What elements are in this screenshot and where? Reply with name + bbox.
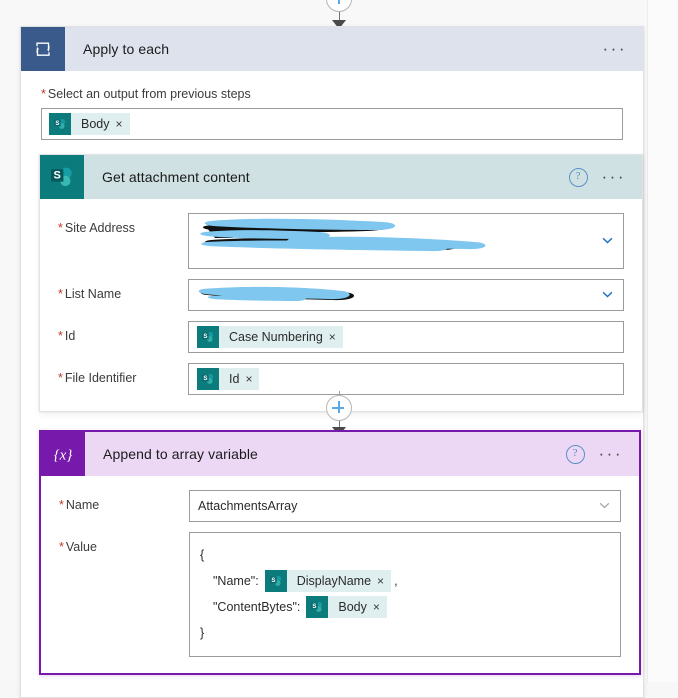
get-attachment-content-header[interactable]: S Get attachment content ? ··· [40, 155, 642, 199]
field-label-variable-value: * Value [59, 540, 97, 554]
site-address-combobox[interactable] [188, 213, 624, 269]
close-icon[interactable]: × [115, 118, 130, 130]
id-input[interactable]: S Case Numbering × [188, 321, 624, 353]
get-attachment-content-menu[interactable]: ··· [602, 168, 626, 185]
token-chip-label: Id [229, 372, 240, 386]
sharepoint-icon: S [197, 326, 219, 348]
append-to-array-variable-header[interactable]: {x} Append to array variable ? ··· [41, 432, 639, 476]
field-variable-value: * Value { "Name": S DisplayName × , "Con… [59, 532, 621, 657]
token-chip-case-numbering[interactable]: S Case Numbering × [197, 326, 343, 348]
scope-field-label: * Select an output from previous steps [41, 87, 251, 101]
chevron-down-icon[interactable] [602, 237, 613, 244]
help-icon[interactable]: ? [565, 444, 585, 464]
help-icon[interactable]: ? [568, 167, 588, 187]
append-to-array-variable-body: * Name AttachmentsArray * Value {"Name"… [41, 476, 639, 673]
json-comma: , [394, 573, 398, 588]
plus-icon[interactable] [326, 395, 352, 421]
json-line: } [200, 625, 205, 640]
apply-to-each-header[interactable]: Apply to each ··· [21, 27, 643, 71]
variables-icon: {x} [41, 432, 85, 476]
token-chip-label: Case Numbering [229, 330, 323, 344]
variable-name-select[interactable]: AttachmentsArray [189, 490, 621, 522]
field-label-list-name: * List Name [58, 287, 122, 301]
token-chip-id[interactable]: S Id × [197, 368, 260, 390]
sharepoint-icon: S [40, 155, 84, 199]
token-chip-body[interactable]: S Body × [306, 596, 387, 618]
field-label-variable-name: * Name [59, 498, 100, 512]
close-icon[interactable]: × [372, 601, 387, 613]
chevron-down-icon[interactable] [599, 502, 610, 509]
file-identifier-input[interactable]: S Id × [188, 363, 624, 395]
sharepoint-icon: S [306, 596, 329, 618]
redaction-mark-site-address [197, 214, 615, 264]
close-icon[interactable]: × [244, 373, 259, 385]
field-label-site-address: * Site Address [58, 221, 136, 235]
close-icon[interactable]: × [328, 331, 343, 343]
close-icon[interactable]: × [376, 575, 391, 587]
append-to-array-variable-menu[interactable]: ··· [599, 445, 623, 462]
token-chip-label: Body [338, 599, 367, 614]
svg-text:S: S [271, 577, 275, 584]
field-label-file-identifier: * File Identifier [58, 371, 137, 385]
append-to-array-variable-title: Append to array variable [103, 446, 258, 462]
get-attachment-content-card[interactable]: S Get attachment content ? ··· * Site Add… [39, 154, 643, 412]
field-label-id: * Id [58, 329, 76, 343]
apply-to-each-title: Apply to each [83, 41, 170, 57]
add-step-connector-top[interactable] [309, 0, 369, 29]
scope-output-input[interactable]: S Body × [41, 108, 623, 140]
list-name-combobox[interactable] [188, 279, 624, 311]
required-marker: * [59, 540, 64, 554]
field-site-address: * Site Address [58, 213, 624, 269]
token-chip-body[interactable]: S Body × [49, 113, 130, 135]
get-attachment-content-title: Get attachment content [102, 169, 250, 185]
sharepoint-icon: S [49, 113, 71, 135]
apply-to-each-menu[interactable]: ··· [603, 40, 627, 57]
required-marker: * [58, 329, 63, 343]
variable-name-value: AttachmentsArray [198, 499, 298, 513]
plus-icon[interactable] [326, 0, 352, 12]
svg-text:{x}: {x} [54, 448, 73, 464]
token-chip-displayname[interactable]: S DisplayName × [264, 570, 392, 592]
svg-text:S: S [203, 333, 207, 340]
svg-text:S: S [54, 170, 61, 182]
loop-icon [21, 27, 65, 71]
redaction-mark-list-name [197, 282, 615, 308]
required-marker: * [41, 87, 46, 101]
field-variable-name: * Name AttachmentsArray [59, 490, 621, 522]
append-to-array-variable-card[interactable]: {x} Append to array variable ? ··· * Name… [39, 430, 641, 675]
field-list-name: * List Name [58, 279, 624, 311]
required-marker: * [59, 498, 64, 512]
required-marker: * [58, 221, 63, 235]
token-chip-label: Body [81, 117, 110, 131]
flow-designer-canvas: Apply to each ··· * Select an output from… [0, 0, 678, 698]
json-line: "ContentBytes": S Body × [200, 594, 610, 620]
chevron-down-icon[interactable] [602, 291, 613, 298]
required-marker: * [58, 287, 63, 301]
get-attachment-content-body: * Site Address * List Name * Id S Case N… [40, 199, 642, 411]
field-id: * Id S Case Numbering × [58, 321, 624, 353]
sharepoint-icon: S [264, 570, 287, 592]
svg-text:S: S [313, 603, 317, 610]
token-chip-label: DisplayName [296, 573, 372, 588]
svg-text:S: S [203, 375, 207, 382]
svg-text:S: S [55, 120, 59, 127]
variable-value-editor[interactable]: { "Name": S DisplayName × , "ContentByte… [189, 532, 621, 657]
json-line: { [200, 547, 205, 562]
canvas-right-gutter [647, 0, 678, 682]
json-line: "Name": S DisplayName × , [200, 568, 610, 594]
required-marker: * [58, 371, 63, 385]
sharepoint-icon: S [197, 368, 219, 390]
